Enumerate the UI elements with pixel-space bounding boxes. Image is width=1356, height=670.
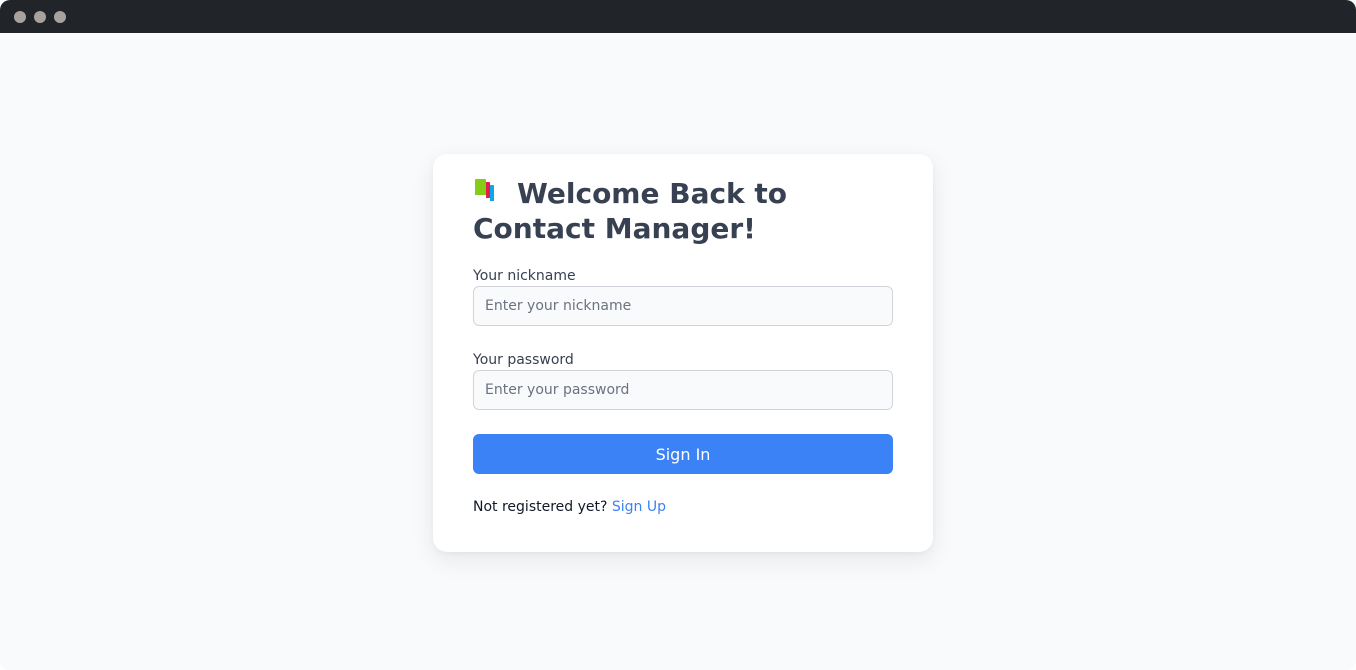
- password-input[interactable]: [473, 370, 893, 410]
- nickname-label: Your nickname: [473, 268, 576, 284]
- signup-prompt-text: Not registered yet?: [473, 499, 608, 515]
- window-titlebar: [0, 0, 1356, 33]
- page-title: Welcome Back to Contact Manager!: [473, 176, 903, 246]
- window-minimize-dot[interactable]: [34, 11, 46, 23]
- password-label: Your password: [473, 352, 574, 368]
- window-close-dot[interactable]: [14, 11, 26, 23]
- books-icon: [473, 179, 505, 205]
- sign-up-link[interactable]: Sign Up: [612, 499, 666, 515]
- browser-window: Welcome Back to Contact Manager! Your ni…: [0, 0, 1356, 670]
- nickname-input[interactable]: [473, 286, 893, 326]
- login-card: Welcome Back to Contact Manager! Your ni…: [433, 154, 933, 552]
- sign-in-button[interactable]: Sign In: [473, 434, 893, 474]
- page-title-text: Welcome Back to Contact Manager!: [473, 177, 788, 245]
- window-maximize-dot[interactable]: [54, 11, 66, 23]
- signup-prompt: Not registered yet? Sign Up: [473, 499, 666, 516]
- page-content: Welcome Back to Contact Manager! Your ni…: [0, 33, 1356, 670]
